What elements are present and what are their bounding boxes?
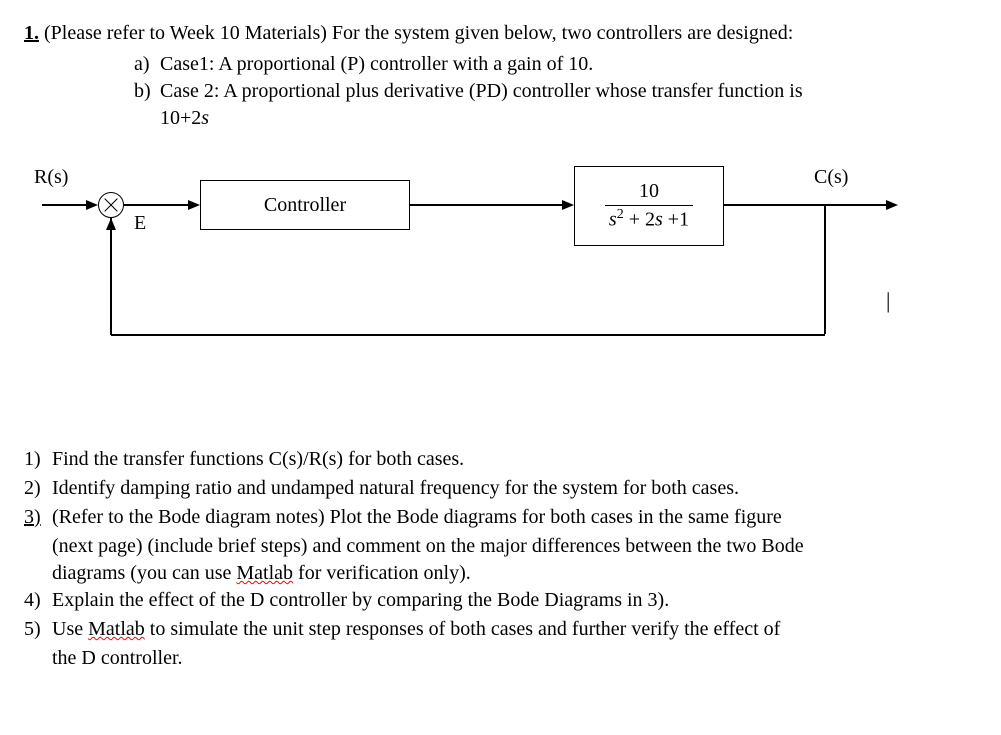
- plant-denominator: s2 + 2s +1: [605, 206, 693, 234]
- den-end: +1: [663, 209, 689, 231]
- case-list: a) Case1: A proportional (P) controller …: [134, 51, 977, 132]
- q3-c2b: for verification only).: [293, 562, 471, 584]
- controller-label: Controller: [264, 192, 346, 219]
- summing-junction: [98, 192, 124, 218]
- case-b: b) Case 2: A proportional plus derivativ…: [134, 78, 977, 105]
- q5-t1b: to simulate the unit step responses of b…: [145, 618, 781, 640]
- label-E: E: [134, 210, 146, 237]
- wire-feedback-h: [111, 334, 825, 336]
- den-mid: + 2: [624, 209, 655, 231]
- case-b-prefix: 10+2: [160, 107, 201, 129]
- arrow-u: [562, 200, 574, 210]
- q3-c1a: (next page) (include brief steps) and co…: [52, 535, 804, 557]
- block-plant: 10 s2 + 2s +1: [574, 166, 724, 246]
- question-text: (Please refer to Week 10 Materials) For …: [44, 22, 793, 44]
- wire-output: [724, 204, 894, 206]
- arrow-input: [86, 200, 98, 210]
- q3-line2: (next page) (include brief steps) and co…: [52, 533, 977, 560]
- block-diagram: R(s) E Controller 10 s2 + 2s +1 C(s) |: [24, 156, 977, 416]
- q5-num: 5): [24, 616, 52, 643]
- plant-transfer-function: 10 s2 + 2s +1: [605, 178, 693, 234]
- case-a: a) Case1: A proportional (P) controller …: [134, 51, 977, 78]
- label-R: R(s): [34, 164, 68, 191]
- question-number: 1.: [24, 22, 39, 44]
- label-C: C(s): [814, 164, 848, 191]
- q5-t1a: Use: [52, 618, 88, 640]
- sub-q1: 1) Find the transfer functions C(s)/R(s)…: [24, 446, 977, 473]
- arrow-e: [188, 200, 200, 210]
- sub-q2: 2) Identify damping ratio and undamped n…: [24, 475, 977, 502]
- q1-text: Find the transfer functions C(s)/R(s) fo…: [52, 446, 977, 473]
- wire-e: [124, 204, 196, 206]
- case-b-label: b): [134, 78, 160, 105]
- case-a-label: a): [134, 51, 160, 78]
- q5-line2: the D controller.: [52, 645, 977, 672]
- case-b-line1: Case 2: A proportional plus derivative (…: [160, 78, 803, 105]
- q3-line1: (Refer to the Bode diagram notes) Plot t…: [52, 504, 977, 531]
- q4-text: Explain the effect of the D controller b…: [52, 587, 977, 614]
- q5-line1: Use Matlab to simulate the unit step res…: [52, 616, 977, 643]
- arrow-output: [886, 200, 898, 210]
- arrow-feedback: [106, 218, 116, 230]
- q2-num: 2): [24, 475, 52, 502]
- q2-text: Identify damping ratio and undamped natu…: [52, 475, 977, 502]
- q5-matlab: Matlab: [88, 618, 145, 640]
- sub-q5: 5) Use Matlab to simulate the unit step …: [24, 616, 977, 643]
- case-b-line2: 10+2s: [160, 105, 977, 132]
- q3-line3: diagrams (you can use Matlab for verific…: [52, 560, 977, 587]
- subquestion-list: 1) Find the transfer functions C(s)/R(s)…: [24, 446, 977, 672]
- plant-numerator: 10: [605, 178, 693, 206]
- q3-c2a: diagrams (you can use: [52, 562, 236, 584]
- q1-num: 1): [24, 446, 52, 473]
- sub-q4: 4) Explain the effect of the D controlle…: [24, 587, 977, 614]
- case-a-text: Case1: A proportional (P) controller wit…: [160, 51, 593, 78]
- question-header: 1. (Please refer to Week 10 Materials) F…: [24, 20, 977, 47]
- den-s2: s: [655, 209, 663, 231]
- q3-num: 3): [24, 504, 52, 531]
- wire-feedback-v: [824, 204, 826, 334]
- block-controller: Controller: [200, 180, 410, 230]
- q3-matlab: Matlab: [236, 562, 293, 584]
- q4-num: 4): [24, 587, 52, 614]
- text-cursor-mark: |: [886, 286, 890, 316]
- wire-feedback-up: [110, 218, 112, 335]
- den-s1: s: [609, 209, 617, 231]
- sub-q3: 3) (Refer to the Bode diagram notes) Plo…: [24, 504, 977, 531]
- case-b-s: s: [201, 107, 209, 129]
- wire-u: [410, 204, 570, 206]
